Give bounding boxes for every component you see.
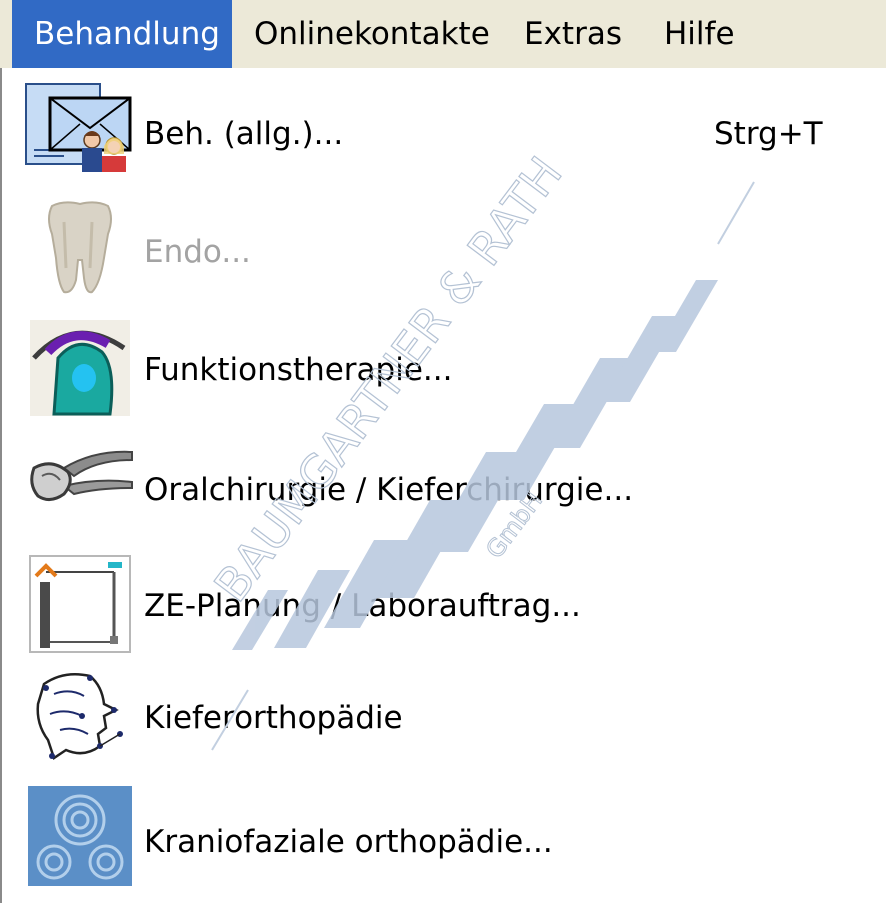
forceps-icon <box>24 438 134 538</box>
behandlung-dropdown-menu: Beh. (allg.)... Strg+T Endo... Funktions… <box>0 68 886 903</box>
menu-item-label: Funktionstherapie... <box>144 352 453 388</box>
menu-item-oralchirurgie[interactable]: Oralchirurgie / Kieferchirurgie... <box>2 436 886 546</box>
craniofacial-icon <box>24 786 134 886</box>
menu-behandlung[interactable]: Behandlung <box>12 0 232 68</box>
menu-hilfe[interactable]: Hilfe <box>642 0 752 68</box>
menu-item-kieferorthopaedie[interactable]: Kieferorthopädie <box>2 662 886 772</box>
shortcut-label: Strg+T <box>714 116 823 152</box>
menu-item-kraniofaziale-orthopaedie[interactable]: Kraniofaziale orthopädie... <box>2 786 886 896</box>
menu-item-label: Kraniofaziale orthopädie... <box>144 824 553 860</box>
treatment-general-icon <box>24 80 134 180</box>
tooth-icon <box>24 198 134 298</box>
function-therapy-icon <box>24 318 134 418</box>
menu-item-ze-planung[interactable]: ZE-Planung / Laborauftrag... <box>2 552 886 662</box>
menu-item-label: Beh. (allg.)... <box>144 116 344 152</box>
prosthetics-planning-icon <box>24 554 134 654</box>
menu-item-label: ZE-Planung / Laborauftrag... <box>144 588 581 624</box>
menu-item-beh-allg[interactable]: Beh. (allg.)... Strg+T <box>2 78 886 188</box>
menu-item-label: Oralchirurgie / Kieferchirurgie... <box>144 472 634 508</box>
menu-extras[interactable]: Extras <box>502 0 642 68</box>
menu-item-funktionstherapie[interactable]: Funktionstherapie... <box>2 316 886 426</box>
orthodontics-icon <box>24 664 134 764</box>
menu-item-label: Kieferorthopädie <box>144 700 403 736</box>
menu-bar: Behandlung Onlinekontakte Extras Hilfe <box>0 0 886 69</box>
menu-onlinekontakte[interactable]: Onlinekontakte <box>232 0 502 68</box>
menu-item-endo: Endo... <box>2 196 886 306</box>
menu-item-label: Endo... <box>144 234 251 270</box>
